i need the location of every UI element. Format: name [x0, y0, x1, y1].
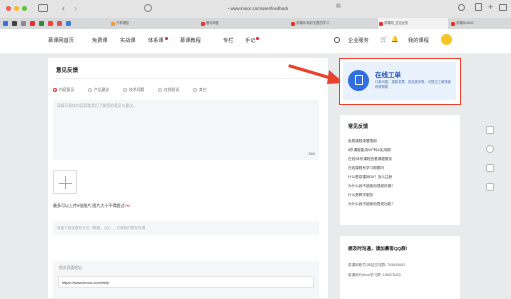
- feedback-textarea[interactable]: 请填写具体内容帮助我们了解您的意见与建议。 500: [53, 100, 319, 160]
- faq-card: 常见反馈 免费课程观看限制 8折课程能用VIP吗&实用期 在线/体系课程查看课程…: [340, 115, 460, 225]
- download-icon[interactable]: [458, 4, 465, 11]
- privacy-shield-icon[interactable]: [144, 4, 152, 12]
- back-button[interactable]: ‹: [62, 2, 65, 14]
- pinned-tab-icon[interactable]: [57, 21, 62, 26]
- highlight-box: 在线工单 订单问题、退款发票、常见服务等、可提交工单快速获得帮助: [339, 58, 461, 105]
- nav-practical-courses[interactable]: 实战课: [120, 37, 136, 44]
- address-text: www.imooc.com/user/feedback: [230, 6, 289, 11]
- close-window-button[interactable]: [6, 6, 11, 11]
- sidebar-toggle-icon[interactable]: [38, 4, 48, 12]
- radio-label: 其它: [199, 88, 207, 92]
- radio-other[interactable]: [193, 88, 197, 92]
- online-service-card[interactable]: 在线工单 订单问题、退款发票、常见服务等、可提交工单快速获得帮助: [343, 62, 456, 100]
- faq-item[interactable]: 免费课程观看限制: [348, 139, 377, 144]
- radio-suggestion[interactable]: [88, 88, 92, 92]
- faq-item[interactable]: 什么是教学服务: [348, 193, 373, 198]
- nav-system-courses[interactable]: 体系课: [148, 37, 168, 44]
- browser-tab[interactable]: 慕课网-MAS: [450, 18, 508, 29]
- tab-favicon-icon: [111, 21, 115, 26]
- share-icon[interactable]: [475, 3, 482, 11]
- faq-item[interactable]: 什么是慕课网Git？怎么注册: [348, 175, 392, 180]
- forward-button[interactable]: ›: [74, 2, 77, 14]
- related-page-url: https://www.imooc.com/help: [62, 280, 110, 285]
- avatar[interactable]: [441, 34, 452, 45]
- maximize-window-button[interactable]: [22, 6, 27, 11]
- tab-favicon-icon: [291, 21, 295, 26]
- radio-label: 技术问题: [129, 88, 145, 92]
- related-page-label: 相关页面地址:: [59, 266, 83, 270]
- tab-overview-icon[interactable]: [499, 4, 507, 11]
- tab-favicon-icon: [201, 21, 205, 26]
- browser-titlebar: ‹ › ▪ www.imooc.com/user/feedback ▤ +: [0, 0, 511, 18]
- contact-title: 想及时沟通，请加慕客QQ群!: [348, 246, 408, 251]
- related-page-input[interactable]: https://www.imooc.com/help: [58, 276, 314, 288]
- float-feedback-icon[interactable]: [486, 126, 494, 134]
- nav-home[interactable]: 慕课网首页: [48, 37, 74, 44]
- pinned-tab-icon[interactable]: [3, 21, 8, 26]
- page-title: 意见反馈: [56, 68, 79, 74]
- radio-technical[interactable]: [123, 88, 127, 92]
- browser-tab[interactable]: 慕课网-精彩无限的学习: [290, 18, 370, 29]
- upload-limit: 2M: [124, 203, 130, 208]
- radio-complaint[interactable]: [158, 88, 162, 92]
- online-service-desc: 订单问题、退款发票、常见服务等、可提交工单快速获得帮助: [375, 80, 451, 89]
- upload-image-button[interactable]: [53, 170, 77, 194]
- browser-tab-active[interactable]: 慕课网_意见反馈: [378, 18, 448, 29]
- contact-input[interactable]: 请留下真实联系方式（邮箱、QQ），方便我们联系处理: [53, 221, 319, 235]
- browser-tab[interactable]: 鹿马网营: [200, 18, 280, 29]
- pinned-tab-icon[interactable]: [66, 21, 71, 26]
- tab-favicon-icon: [451, 21, 455, 26]
- cart-icon[interactable]: 🛒: [380, 36, 387, 43]
- float-service-icon[interactable]: [486, 145, 494, 153]
- pinned-tab-icon[interactable]: [12, 21, 17, 26]
- nav-free-courses[interactable]: 免费课: [92, 37, 108, 44]
- float-top-icon[interactable]: [486, 183, 494, 191]
- radio-label: 内容意见: [59, 88, 75, 92]
- reader-icon[interactable]: ▤: [336, 3, 341, 9]
- nav-notes[interactable]: 手记: [245, 37, 260, 44]
- address-bar[interactable]: ▪ www.imooc.com/user/feedback: [168, 3, 348, 14]
- contact-card: 想及时沟通，请加慕客QQ群! 慕课网职员-网站交流群: 705645002 慕课…: [340, 236, 460, 299]
- divider: [56, 78, 320, 79]
- pinned-tab-icon[interactable]: [30, 21, 35, 26]
- float-app-icon[interactable]: [486, 164, 494, 172]
- nav-my-courses[interactable]: 我的课程: [408, 37, 429, 44]
- tab-favicon-icon: [379, 21, 383, 26]
- faq-item[interactable]: 为什么我不能使用提现功能?: [348, 202, 393, 207]
- new-badge: [164, 37, 168, 40]
- pinned-tab-icon[interactable]: [48, 21, 53, 26]
- faq-title: 常见反馈: [348, 124, 369, 130]
- online-service-title: 在线工单: [375, 72, 401, 79]
- new-badge: [256, 37, 260, 40]
- site-nav: 慕课网首页 免费课 实战课 体系课 慕课教程 专栏 手记 企业服务 🛒 🔔 我的…: [0, 29, 511, 54]
- bell-icon[interactable]: 🔔: [391, 36, 398, 43]
- radio-content[interactable]: [53, 88, 57, 92]
- contact-line: 慕课网Python学习群: 158976420: [348, 273, 401, 277]
- contact-line: 慕课网职员-网站交流群: 705645002: [348, 263, 406, 267]
- nav-tutorials[interactable]: 慕课教程: [180, 37, 201, 44]
- nav-columns[interactable]: 专栏: [223, 37, 233, 44]
- related-page-box: 相关页面地址: https://www.imooc.com/help: [53, 261, 319, 298]
- contact-placeholder: 请留下真实联系方式（邮箱、QQ），方便我们联系处理: [57, 226, 146, 230]
- upload-note: 最多可以上传5张图片,图片大小不得超过2M: [53, 203, 130, 208]
- faq-item[interactable]: 为什么我不能使用视频存储?: [348, 184, 393, 189]
- char-counter: 500: [308, 152, 315, 156]
- radio-label: 产品建议: [94, 88, 110, 92]
- textarea-placeholder: 请填写具体内容帮助我们了解您的意见与建议。: [57, 104, 137, 108]
- faq-item[interactable]: 在线课程有学习期限吗: [348, 166, 384, 171]
- plus-icon: [65, 176, 67, 189]
- faq-item[interactable]: 在线/体系课程查看课程服务: [348, 157, 392, 162]
- nav-enterprise[interactable]: 企业服务: [348, 37, 369, 44]
- radio-label: 在线投诉: [164, 88, 180, 92]
- pinned-tab-icon[interactable]: [39, 21, 44, 26]
- browser-tab[interactable]: 万事得图: [110, 18, 190, 29]
- new-tab-button[interactable]: +: [488, 1, 493, 13]
- ticket-icon: [348, 70, 369, 91]
- faq-item[interactable]: 8折课程能用VIP吗&实用期: [348, 148, 391, 153]
- feedback-card: 意见反馈 内容意见 产品建议 技术问题 在线投诉 其它 请填写具体内容帮助我们了…: [48, 58, 328, 298]
- pinned-tab-icon[interactable]: [21, 21, 26, 26]
- search-icon[interactable]: [334, 37, 340, 43]
- minimize-window-button[interactable]: [14, 6, 19, 11]
